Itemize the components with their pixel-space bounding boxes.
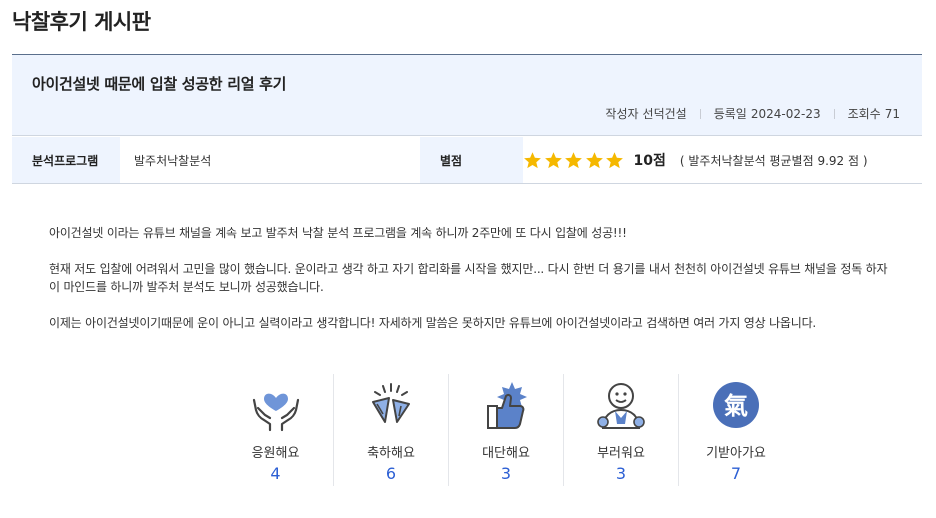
date-label: 등록일 <box>713 107 747 121</box>
svg-text:氣: 氣 <box>724 392 748 420</box>
reaction-envy-button[interactable]: 부러워요 3 <box>563 374 678 486</box>
post-meta: 작성자 선덕건설 등록일 2024-02-23 조회수 71 <box>605 105 900 122</box>
author-name: 선덕건설 <box>642 107 687 121</box>
reaction-amazing-button[interactable]: 대단해요 3 <box>448 374 563 486</box>
rating-value: 10점 ( 발주처낙찰분석 평균별점 9.92 점 ) <box>523 137 922 183</box>
post-content: 아이건설넷 이라는 유튜브 채널을 계속 보고 발주처 낙찰 분석 프로그램을 … <box>49 224 899 350</box>
program-value: 발주처낙찰분석 <box>134 153 212 168</box>
star-icon <box>544 151 562 168</box>
reaction-bar: 응원해요 4 축하해요 6 대단해요 3 부러워요 3 氣 기받아가요 7 <box>218 374 793 486</box>
energy-gi-icon: 氣 <box>713 382 759 428</box>
views-label: 조회수 <box>847 107 881 121</box>
reaction-count: 3 <box>615 464 627 483</box>
star-icon <box>565 151 582 168</box>
program-label: 분석프로그램 <box>12 137 120 183</box>
reaction-label: 대단해요 <box>482 446 530 461</box>
reaction-count: 3 <box>500 464 512 483</box>
reaction-energy-button[interactable]: 氣 기받아가요 7 <box>678 374 793 486</box>
reaction-label: 기받아가요 <box>706 446 766 461</box>
reaction-count: 4 <box>270 464 281 483</box>
reaction-label: 부러워요 <box>597 446 645 461</box>
post-title: 아이건설넷 때문에 입찰 성공한 리얼 후기 <box>32 75 287 93</box>
post-info-row: 분석프로그램 발주처낙찰분석 별점 10점 ( 발주처낙찰분석 평균별점 9.9… <box>12 137 922 184</box>
reaction-cheer-button[interactable]: 응원해요 4 <box>218 374 333 486</box>
cheer-hands-heart-icon <box>252 393 299 432</box>
post-date: 2024-02-23 <box>750 106 821 121</box>
post-header: 아이건설넷 때문에 입찰 성공한 리얼 후기 작성자 선덕건설 등록일 2024… <box>12 54 922 136</box>
star-icon <box>585 151 603 168</box>
author-label: 작성자 <box>605 107 639 121</box>
reaction-congrats-button[interactable]: 축하해요 6 <box>333 374 448 486</box>
board-title: 낙찰후기 게시판 <box>12 10 151 34</box>
envious-person-icon <box>597 383 645 429</box>
reaction-label: 응원해요 <box>251 446 300 461</box>
reaction-count: 6 <box>385 464 397 483</box>
reaction-count: 7 <box>730 464 742 483</box>
average-rating: ( 발주처낙찰분석 평균별점 9.92 점 ) <box>679 153 868 168</box>
star-icon <box>606 151 623 168</box>
reaction-label: 축하해요 <box>367 446 415 461</box>
view-count: 71 <box>884 106 900 121</box>
meta-divider <box>699 108 701 119</box>
star-icon <box>524 151 541 168</box>
content-paragraph: 이제는 아이건설넷이기때문에 운이 아니고 실력이라고 생각합니다! 자세하게 … <box>49 316 817 330</box>
content-paragraph: 아이건설넷 이라는 유튜브 채널을 계속 보고 발주처 낙찰 분석 프로그램을 … <box>49 226 627 240</box>
thumbs-up-icon <box>487 382 527 429</box>
content-paragraph: 현재 저도 입찰에 어려워서 고민을 많이 했습니다. 운이라고 생각 하고 자… <box>49 262 888 294</box>
rating-score: 10점 <box>633 153 666 169</box>
rating-label: 별점 <box>420 137 523 183</box>
party-popper-icon <box>372 383 410 423</box>
meta-divider <box>833 108 835 119</box>
star-rating <box>523 151 626 170</box>
